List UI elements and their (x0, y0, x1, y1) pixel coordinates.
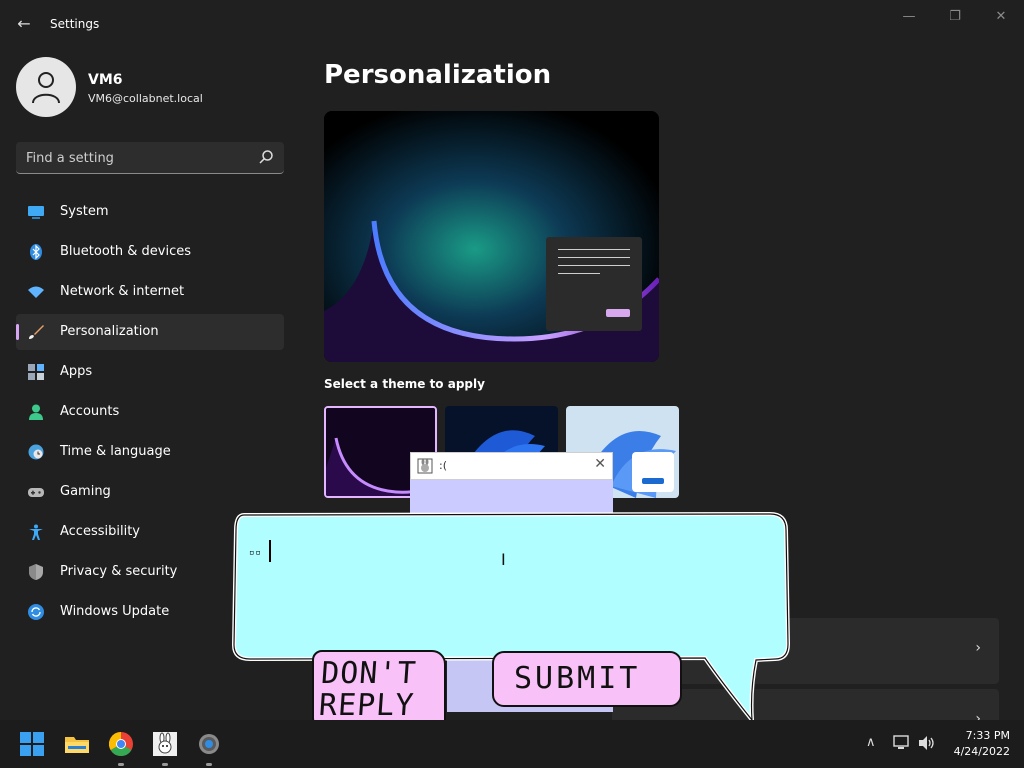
clock-date: 4/24/2022 (953, 745, 1010, 758)
bubble-text: ▫▫ (249, 548, 262, 558)
running-indicator (118, 763, 124, 766)
running-indicator (162, 763, 168, 766)
chevron-up-icon[interactable]: ∧ (866, 735, 876, 750)
network-icon[interactable] (892, 735, 910, 751)
dont-reply-button[interactable]: DON'T REPLY (312, 650, 446, 730)
text-caret (269, 540, 271, 562)
bunny-app-icon[interactable] (153, 732, 177, 756)
dont-reply-label: DON'T REPLY (317, 656, 418, 723)
ibeam-cursor-icon: I (501, 550, 506, 569)
system-clock[interactable]: 7:33 PM 4/24/2022 (940, 728, 1010, 760)
clock-time: 7:33 PM (965, 729, 1010, 742)
submit-button[interactable]: SUBMIT (492, 651, 682, 707)
volume-icon[interactable] (918, 735, 936, 751)
chrome-icon[interactable] (109, 732, 133, 756)
taskbar: ∧ 7:33 PM 4/24/2022 (0, 720, 1024, 768)
submit-label: SUBMIT (514, 661, 641, 696)
file-explorer-icon[interactable] (65, 732, 89, 756)
windows-start-icon[interactable] (20, 732, 44, 756)
settings-gear-icon[interactable] (197, 732, 221, 756)
running-indicator (206, 763, 212, 766)
